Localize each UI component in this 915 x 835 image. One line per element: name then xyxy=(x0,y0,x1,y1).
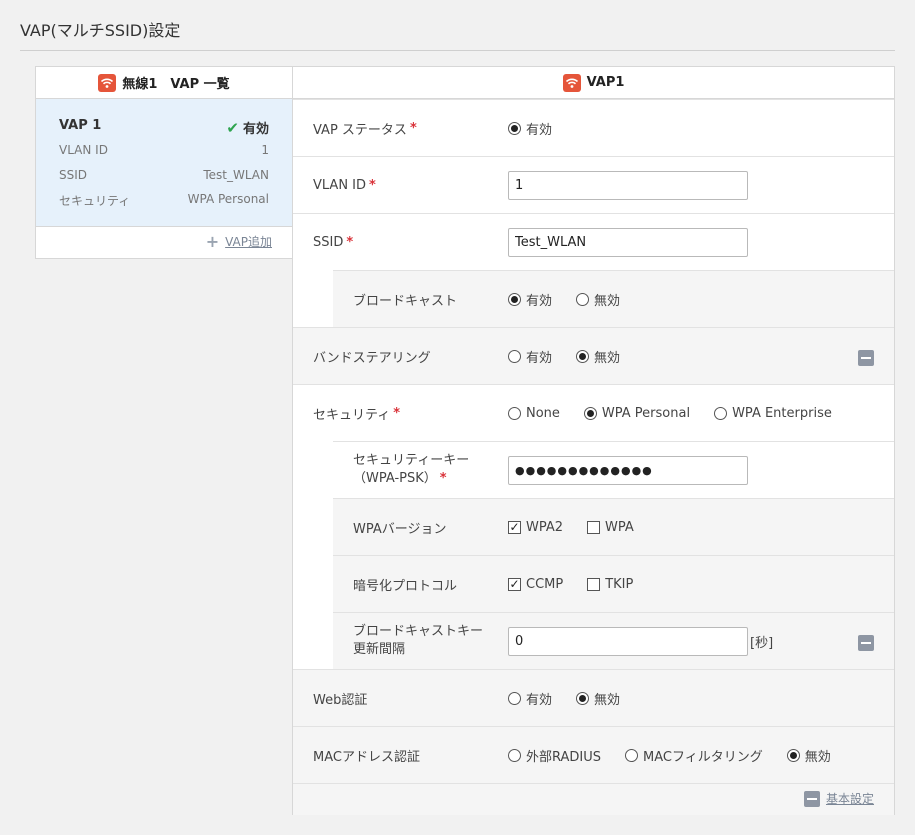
row-broadcast-key-interval: ブロードキャストキー 更新間隔 [秒] xyxy=(333,612,894,669)
basic-settings-link[interactable]: 基本設定 xyxy=(803,790,874,807)
web-auth-disabled-radio[interactable]: 無効 xyxy=(576,689,620,708)
wpa-checkbox[interactable]: WPA xyxy=(587,520,634,535)
web-auth-enabled-radio[interactable]: 有効 xyxy=(508,689,552,708)
vap-list-header: 無線1 VAP 一覧 xyxy=(36,67,292,99)
collapse-icon xyxy=(803,790,820,807)
row-vap-status: VAP ステータス * 有効 xyxy=(293,99,894,156)
field-label: バンドステアリング xyxy=(313,350,431,366)
wpa2-checkbox[interactable]: ✓ WPA2 xyxy=(508,520,563,535)
field-label: WPAバージョン xyxy=(353,521,447,537)
security-none-radio[interactable]: None xyxy=(508,406,560,421)
vap-field-value: Test_WLAN xyxy=(203,168,269,182)
row-band-steering: バンドステアリング 有効 無効 xyxy=(293,327,894,384)
vap-settings-panel: VAP1 VAP ステータス* 有効 VLAN ID* SSID* ブロードキャ… xyxy=(292,66,895,815)
vap-name: VAP 1 xyxy=(59,118,102,133)
security-key-input[interactable] xyxy=(508,455,748,485)
field-label: セキュリティーキー （WPA-PSK） * xyxy=(353,453,470,486)
row-ssid: SSID * xyxy=(293,213,894,270)
mac-auth-radius-radio[interactable]: 外部RADIUS xyxy=(508,746,601,765)
row-security-key: セキュリティーキー （WPA-PSK） * xyxy=(333,441,894,498)
security-wpa-enterprise-radio[interactable]: WPA Enterprise xyxy=(714,406,832,421)
field-label: SSID * xyxy=(313,234,354,250)
vap-field-label: セキュリティ xyxy=(59,194,131,208)
band-steering-disabled-radio[interactable]: 無効 xyxy=(576,347,620,366)
vap-list-title: 無線1 VAP 一覧 xyxy=(122,77,230,92)
check-icon: ✔ xyxy=(226,118,239,137)
vap-status: ✔ 有効 xyxy=(226,118,269,138)
collapse-icon[interactable] xyxy=(858,350,874,366)
vap-field-label: VLAN ID xyxy=(59,143,108,157)
row-vlan-id: VLAN ID * xyxy=(293,156,894,213)
broadcast-key-interval-input[interactable] xyxy=(508,626,748,656)
unit-seconds: [秒] xyxy=(750,635,774,651)
row-wpa-version: WPAバージョン ✓ WPA2 WPA xyxy=(333,498,894,555)
broadcast-disabled-radio[interactable]: 無効 xyxy=(576,290,620,309)
vap-settings-header: VAP1 xyxy=(293,67,894,99)
field-label: MACアドレス認証 xyxy=(313,749,420,765)
vap-list-panel: 無線1 VAP 一覧 VAP 1 ✔ 有効 VLAN ID 1 SSID Test… xyxy=(35,66,293,259)
row-mac-auth: MACアドレス認証 外部RADIUS MACフィルタリング 無効 xyxy=(293,726,894,783)
wifi-icon xyxy=(562,73,581,92)
field-label: セキュリティ * xyxy=(313,405,401,423)
row-security: セキュリティ * None WPA Personal WPA Enterprise xyxy=(293,384,894,441)
ssid-input[interactable] xyxy=(508,227,748,257)
vap-card-1[interactable]: VAP 1 ✔ 有効 VLAN ID 1 SSID Test_WLAN セキュリテ… xyxy=(36,99,292,227)
vlan-id-input[interactable] xyxy=(508,170,748,200)
add-vap-link[interactable]: + VAP追加 xyxy=(206,232,272,251)
field-label: ブロードキャストキー 更新間隔 xyxy=(353,624,484,657)
field-label: ブロードキャスト xyxy=(353,293,458,309)
vap-status-enabled-radio[interactable]: 有効 xyxy=(508,119,552,138)
panel-footer: 基本設定 xyxy=(293,783,894,815)
vap-field-value: 1 xyxy=(261,143,269,157)
field-label: 暗号化プロトコル xyxy=(353,578,458,594)
field-label: VLAN ID * xyxy=(313,177,376,193)
tkip-checkbox[interactable]: TKIP xyxy=(587,577,633,592)
wifi-icon xyxy=(98,73,117,92)
band-steering-enabled-radio[interactable]: 有効 xyxy=(508,347,552,366)
mac-auth-filtering-radio[interactable]: MACフィルタリング xyxy=(625,746,763,765)
title-divider xyxy=(20,50,895,51)
plus-icon: + xyxy=(205,232,220,251)
security-wpa-personal-radio[interactable]: WPA Personal xyxy=(583,406,690,421)
mac-auth-disabled-radio[interactable]: 無効 xyxy=(786,746,831,765)
row-web-auth: Web認証 有効 無効 xyxy=(293,669,894,726)
field-label: VAP ステータス * xyxy=(313,120,417,138)
broadcast-enabled-radio[interactable]: 有効 xyxy=(508,290,552,309)
vap-field-label: SSID xyxy=(59,168,88,182)
row-cipher: 暗号化プロトコル ✓ CCMP TKIP xyxy=(333,555,894,612)
vap-field-value: WPA Personal xyxy=(187,192,269,206)
collapse-icon[interactable] xyxy=(858,635,874,651)
field-label: Web認証 xyxy=(313,692,368,708)
page-title: VAP(マルチSSID)設定 xyxy=(20,21,181,40)
ccmp-checkbox[interactable]: ✓ CCMP xyxy=(508,577,563,592)
row-broadcast: ブロードキャスト 有効 無効 xyxy=(333,270,894,327)
vap-settings-title: VAP1 xyxy=(586,75,625,90)
add-vap-label: VAP追加 xyxy=(225,235,272,249)
